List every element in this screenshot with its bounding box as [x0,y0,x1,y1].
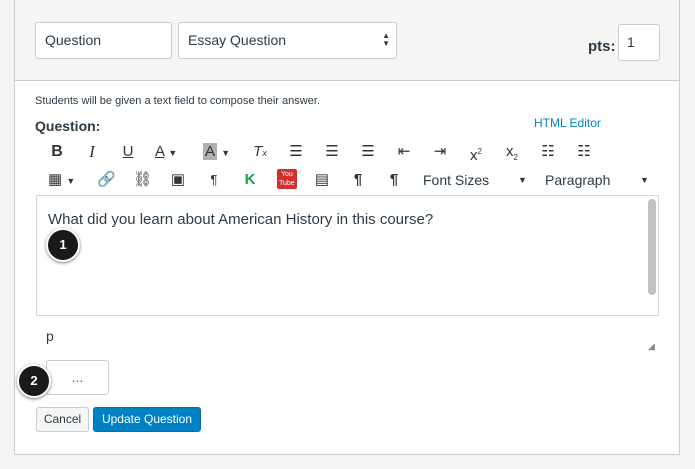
question-label: Question: [35,118,101,134]
ltr-icon[interactable]: ¶ [349,169,367,191]
resize-handle-icon[interactable]: ◢ [648,341,655,352]
superscript-icon[interactable]: x2 [467,141,485,164]
callout-2: 2 [17,364,51,398]
align-left-icon[interactable]: ☰ [287,141,305,163]
question-type-value: Essay Question [188,32,287,48]
outdent-icon[interactable]: ⇤ [395,141,413,163]
subscript-icon[interactable]: x2 [503,141,521,163]
element-path: p [46,328,54,344]
underline-icon[interactable]: U [119,141,137,163]
paragraph-dropdown[interactable]: Paragraph ▼ [545,169,655,191]
update-question-button[interactable]: Update Question [93,407,201,432]
link-icon[interactable]: 🔗 [97,169,116,191]
bullet-list-icon[interactable]: ☷ [539,141,557,163]
bold-icon[interactable]: B [48,141,66,163]
question-name-input[interactable]: Question [35,22,172,59]
indent-icon[interactable]: ⇥ [431,141,449,163]
points-input[interactable]: 1 [618,24,660,61]
image-icon[interactable]: ▣ [169,169,187,191]
question-type-select[interactable]: Essay Question ▲ ▼ [178,22,397,59]
cancel-button[interactable]: Cancel [36,407,89,432]
editor-scrollbar[interactable] [648,199,656,295]
question-editor[interactable]: What did you learn about American Histor… [36,195,659,316]
youtube-icon[interactable]: You Tube [277,169,297,191]
chevron-down-icon: ▼ [640,175,649,185]
table-icon[interactable]: ▦ ▼ [48,169,78,191]
question-header: Question Essay Question ▲ ▼ pts: 1 [15,0,679,81]
kaltura-icon[interactable]: K [241,169,259,191]
question-edit-panel: Question Essay Question ▲ ▼ pts: 1 Studen… [14,0,680,455]
font-sizes-dropdown[interactable]: Font Sizes ▼ [423,169,533,191]
media-icon[interactable]: ▤ [313,169,331,191]
question-text: What did you learn about American Histor… [48,211,434,228]
html-editor-link[interactable]: HTML Editor [534,116,601,130]
select-arrows-icon: ▲ ▼ [382,31,390,48]
align-center-icon[interactable]: ☰ [323,141,341,163]
unlink-icon[interactable]: ⛓ [133,169,152,191]
font-sizes-label: Font Sizes [423,172,490,188]
rtl-icon[interactable]: ¶ [385,169,403,191]
paragraph-mark-icon[interactable]: ¶ [205,169,223,191]
italic-icon[interactable]: I [83,141,101,163]
points-label: pts: [588,38,616,55]
answer-hint: Students will be given a text field to c… [35,95,320,107]
align-right-icon[interactable]: ☰ [359,141,377,163]
more-options-box[interactable]: ... [46,360,109,395]
numbered-list-icon[interactable]: ☷ [575,141,593,163]
text-color-icon[interactable]: A ▼ [155,141,189,163]
chevron-down-icon: ▼ [518,175,527,185]
clear-formatting-icon[interactable]: Tx [251,141,269,163]
callout-1: 1 [46,228,80,262]
paragraph-label: Paragraph [545,172,611,188]
background-color-icon[interactable]: A ▼ [203,141,239,163]
